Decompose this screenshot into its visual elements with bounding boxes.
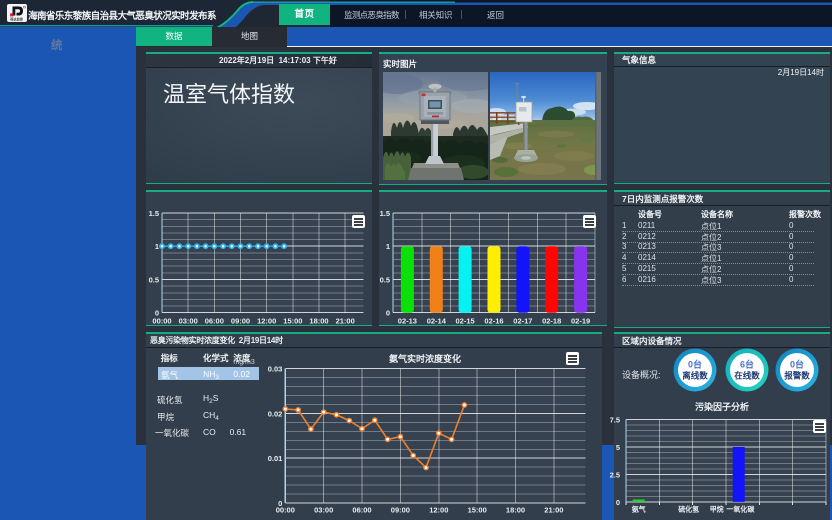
svg-text:科达自控: 科达自控 <box>9 16 24 21</box>
svg-text:0.5: 0.5 <box>149 276 159 285</box>
svg-text:02-13: 02-13 <box>398 317 417 325</box>
svg-text:09:00: 09:00 <box>231 317 250 325</box>
svg-text:0.03: 0.03 <box>268 365 283 374</box>
svg-text:0台: 0台 <box>688 359 702 370</box>
svg-text:02-19: 02-19 <box>571 317 590 325</box>
svg-text:1.5: 1.5 <box>149 209 159 218</box>
svg-text:7.5: 7.5 <box>610 416 620 425</box>
svg-text:甲烷: 甲烷 <box>710 504 724 513</box>
svg-text:0.02: 0.02 <box>268 410 283 419</box>
svg-text:15:00: 15:00 <box>468 506 487 515</box>
svg-text:18:00: 18:00 <box>506 506 525 515</box>
svg-text:氨气: 氨气 <box>632 504 646 513</box>
svg-text:一氧化碳: 一氧化碳 <box>726 504 755 513</box>
svg-text:12:00: 12:00 <box>257 317 276 325</box>
svg-text:报警数: 报警数 <box>784 371 810 381</box>
svg-text:21:00: 21:00 <box>544 506 563 515</box>
svg-text:00:00: 00:00 <box>152 317 171 325</box>
svg-text:02-17: 02-17 <box>513 317 532 325</box>
svg-text:0: 0 <box>616 498 620 507</box>
svg-text:1.5: 1.5 <box>380 209 390 218</box>
svg-text:5: 5 <box>616 443 620 452</box>
svg-text:2.5: 2.5 <box>610 471 620 480</box>
svg-text:09:00: 09:00 <box>391 506 410 515</box>
svg-text:硫化氢: 硫化氢 <box>678 504 699 513</box>
svg-text:21:00: 21:00 <box>336 317 355 325</box>
svg-text:15:00: 15:00 <box>283 317 302 325</box>
svg-text:在线数: 在线数 <box>734 371 760 381</box>
svg-text:03:00: 03:00 <box>179 317 198 325</box>
svg-text:1: 1 <box>155 242 159 251</box>
svg-text:00:00: 00:00 <box>276 506 295 515</box>
svg-text:12:00: 12:00 <box>429 506 448 515</box>
svg-text:03:00: 03:00 <box>314 506 333 515</box>
svg-text:02-16: 02-16 <box>484 317 503 325</box>
svg-text:0.5: 0.5 <box>380 276 390 285</box>
svg-text:6台: 6台 <box>740 359 754 370</box>
svg-text:离线数: 离线数 <box>682 371 708 381</box>
svg-text:02-14: 02-14 <box>427 317 447 325</box>
svg-text:02-15: 02-15 <box>456 317 475 325</box>
svg-text:0台: 0台 <box>790 359 804 370</box>
svg-text:0.01: 0.01 <box>268 454 283 463</box>
svg-text:1: 1 <box>386 242 390 251</box>
svg-text:18:00: 18:00 <box>309 317 328 325</box>
svg-text:06:00: 06:00 <box>352 506 371 515</box>
svg-text:02-18: 02-18 <box>542 317 561 325</box>
svg-text:0: 0 <box>386 309 390 318</box>
svg-text:06:00: 06:00 <box>205 317 224 325</box>
